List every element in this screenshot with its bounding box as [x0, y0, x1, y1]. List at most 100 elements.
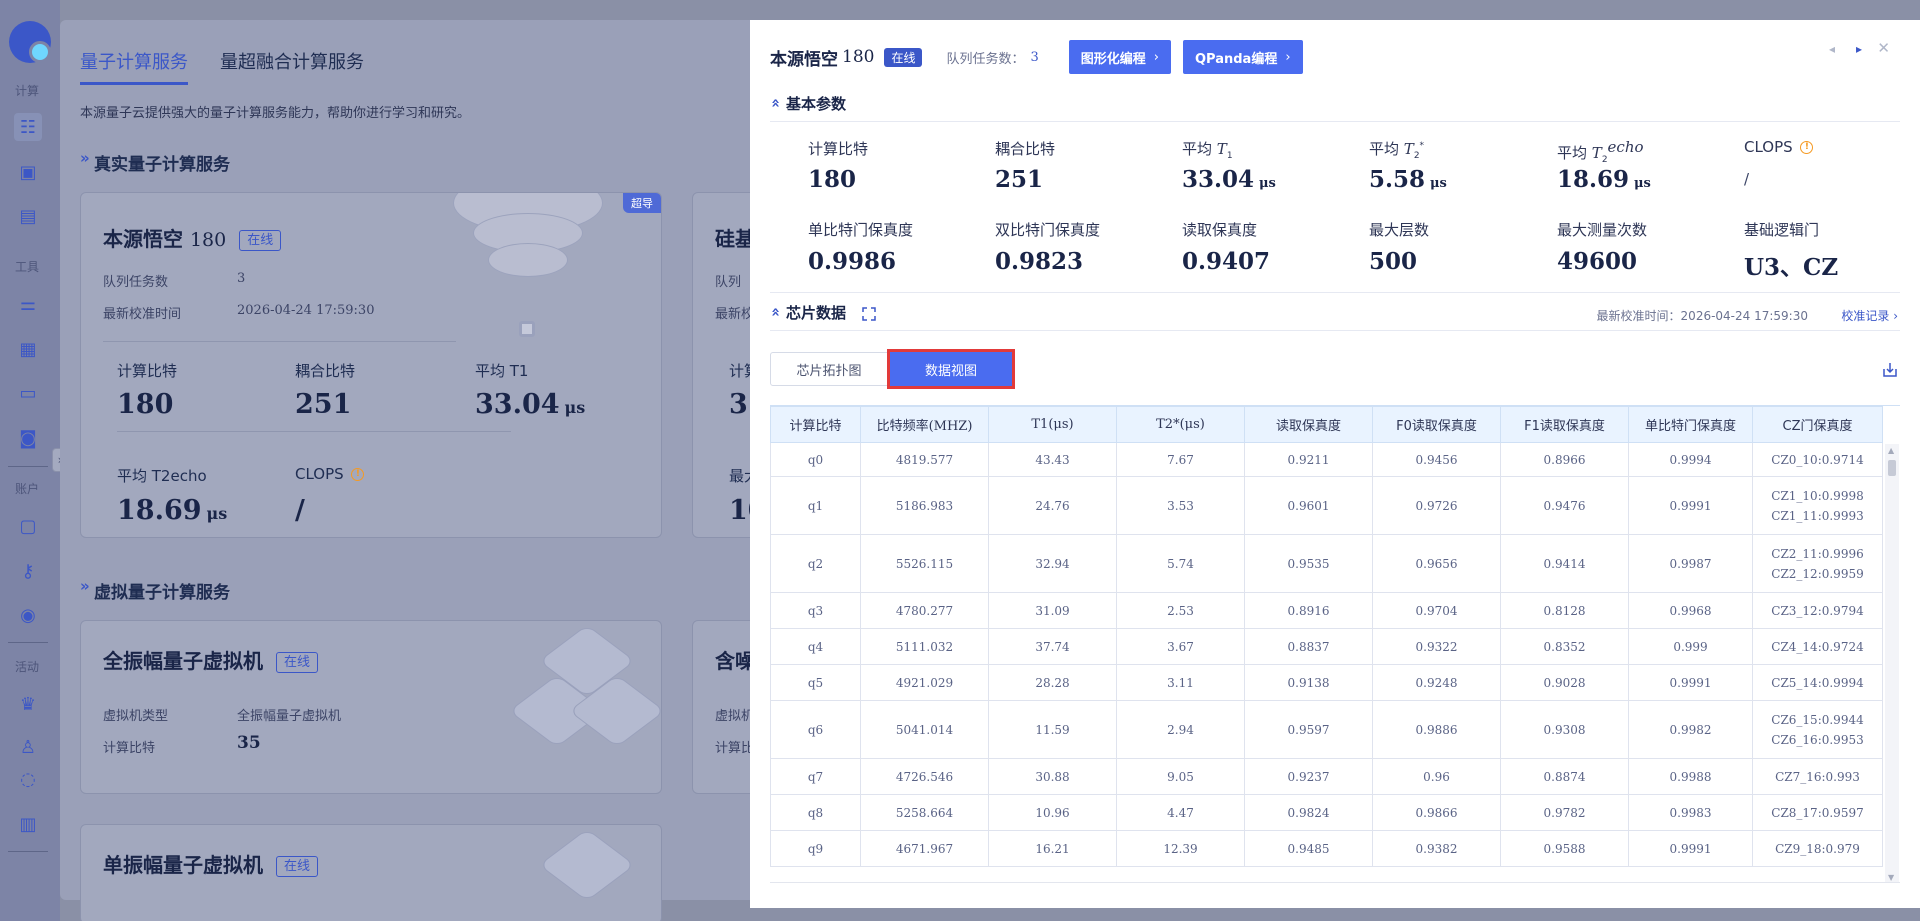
qpanda-programming-button[interactable]: QPanda编程 ›: [1182, 40, 1303, 74]
param-label: 平均 T1: [1182, 140, 1233, 161]
table-cell: 0.9322: [1372, 628, 1501, 665]
sidebar-section-activity: 活动: [14, 660, 39, 674]
table-header-row: 计算比特 比特频率(MHZ) T1(μs) T2*(μs) 读取保真度 F0读取…: [770, 406, 1883, 443]
table-cell: 7.67: [1116, 442, 1245, 477]
table-cell: 0.999: [1628, 628, 1753, 665]
table-cell: CZ0_10:0.9714: [1752, 442, 1883, 477]
service-card-full-amplitude[interactable]: 全振幅量子虚拟机 在线 虚拟机类型 全振幅量子虚拟机 计算比特 35: [80, 620, 662, 794]
status-badge: 在线: [275, 856, 318, 877]
page-description: 本源量子云提供强大的量子计算服务能力，帮助你进行学习和研究。: [80, 106, 471, 121]
status-badge: 在线: [275, 652, 318, 673]
param-value: 49600: [1557, 248, 1638, 275]
table-row: q3 4780.277 31.09 2.53 0.8916 0.9704 0.8128 0.9…: [770, 592, 1883, 629]
param-value: 251: [995, 166, 1044, 193]
chart-icon[interactable]: ▣: [14, 158, 42, 186]
param-label: 平均 T2echo: [1557, 138, 1644, 165]
metric-label: 平均 T1: [475, 362, 529, 380]
vm-type-value: 全振幅量子虚拟机: [237, 709, 342, 724]
table-cell: 0.8874: [1500, 758, 1629, 795]
user-icon[interactable]: ♙: [14, 733, 42, 761]
fullscreen-icon[interactable]: [862, 307, 876, 321]
table-cell: 0.9704: [1372, 592, 1501, 629]
list-icon[interactable]: ☷: [14, 113, 42, 141]
service-card-wukong[interactable]: 超导 本源悟空 180 在线 队列任务数 3 最新校准时间 2026-04-24…: [80, 192, 662, 538]
service-card-single-amplitude[interactable]: 单振幅量子虚拟机 在线: [80, 824, 662, 921]
table-cell: 0.9308: [1500, 700, 1629, 759]
manual-icon[interactable]: ▥: [14, 810, 42, 838]
robot-icon[interactable]: ◙: [14, 424, 42, 452]
col-header: F0读取保真度: [1372, 406, 1501, 443]
chevron-right-icon: ›: [1285, 49, 1291, 65]
table-cell: 0.9456: [1372, 442, 1501, 477]
prev-icon[interactable]: ◂: [1829, 42, 1835, 56]
calendar-icon[interactable]: ▭: [14, 379, 42, 407]
metric-label: 计算比特: [117, 362, 178, 380]
param-label: 基础逻辑门: [1744, 221, 1820, 239]
calibration-record-link[interactable]: 校准记录 ›: [1841, 307, 1898, 324]
grid-icon[interactable]: ▦: [14, 335, 42, 363]
key-icon[interactable]: ⚷: [14, 557, 42, 585]
doc-icon[interactable]: ▢: [14, 512, 42, 540]
card-title: 含噪: [715, 649, 755, 673]
chip-illustration: [453, 193, 603, 337]
param-value: /: [1744, 170, 1750, 188]
param-label: CLOPS !: [1744, 138, 1814, 156]
table-cell: 0.9782: [1500, 794, 1629, 831]
qubit-id-cell: q3: [770, 592, 861, 629]
table-cell: 0.9994: [1628, 442, 1753, 477]
table-cell: 0.9476: [1500, 476, 1629, 535]
table-cell: 0.9726: [1372, 476, 1501, 535]
col-header: 计算比特: [770, 406, 861, 443]
table-cell: 0.9982: [1628, 700, 1753, 759]
bits-label: 计算比特: [103, 741, 156, 756]
warning-icon[interactable]: !: [1800, 141, 1814, 154]
sliders-icon[interactable]: ⚌: [14, 290, 42, 318]
table-cell: 0.9597: [1244, 700, 1373, 759]
qubit-id-cell: q0: [770, 442, 861, 477]
card-title: 单振幅量子虚拟机 在线: [103, 849, 318, 878]
section-virtual-quantum: 虚拟量子计算服务: [80, 577, 230, 603]
download-icon[interactable]: [1882, 362, 1898, 378]
bits-value: 35: [237, 733, 261, 753]
divider: [770, 121, 1900, 122]
table-cell: 0.8966: [1500, 442, 1629, 477]
close-icon[interactable]: ✕: [1877, 39, 1890, 57]
table-row: q1 5186.983 24.76 3.53 0.9601 0.9726 0.9476 0.9…: [770, 476, 1883, 535]
section-real-quantum: 真实量子计算服务: [80, 149, 230, 175]
logo-icon[interactable]: [9, 21, 51, 63]
drawer-title: 本源悟空: [770, 49, 838, 70]
table-cell: 9.05: [1116, 758, 1245, 795]
qubit-id-cell: q7: [770, 758, 861, 795]
table-cell: 0.9138: [1244, 664, 1373, 701]
next-icon[interactable]: ▸: [1856, 42, 1862, 56]
tab-chip-topology[interactable]: 芯片拓扑图: [770, 352, 888, 386]
table-cell: 0.9601: [1244, 476, 1373, 535]
table-cell: 5111.032: [860, 628, 989, 665]
coin-icon[interactable]: ◉: [14, 601, 42, 629]
table-cell: 4726.546: [860, 758, 989, 795]
param-label: 耦合比特: [995, 140, 1056, 158]
table-scrollbar[interactable]: ▲ ▼: [1885, 444, 1899, 882]
col-header: T1(μs): [988, 406, 1117, 443]
param-value: 18.69 μs: [1557, 166, 1651, 193]
table-cell: 0.9886: [1372, 700, 1501, 759]
table-cell: 11.59: [988, 700, 1117, 759]
task-icon[interactable]: ▤: [14, 202, 42, 230]
trophy-icon[interactable]: ♛: [14, 690, 42, 718]
col-header: T2*(μs): [1116, 406, 1245, 443]
param-label: 最大测量次数: [1557, 221, 1648, 239]
queue-label: 队列任务数: [103, 275, 169, 290]
table-row: q2 5526.115 32.94 5.74 0.9535 0.9656 0.9414 0.9…: [770, 534, 1883, 593]
tab-quantum-service[interactable]: 量子计算服务: [80, 48, 188, 85]
table-cell: 0.9414: [1500, 534, 1629, 593]
chat-icon[interactable]: ◌: [14, 765, 42, 793]
services-page: 量子计算服务 量超融合计算服务 本源量子云提供强大的量子计算服务能力，帮助你进行…: [60, 20, 892, 921]
tab-hybrid-service[interactable]: 量超融合计算服务: [220, 48, 364, 85]
tab-data-view[interactable]: 数据视图: [887, 349, 1015, 389]
table-row: q4 5111.032 37.74 3.67 0.8837 0.9322 0.8352 0.9…: [770, 628, 1883, 665]
param-value: 33.04 μs: [1182, 166, 1276, 193]
metric-value: 33.04 μs: [475, 389, 586, 420]
qubit-id-cell: q4: [770, 628, 861, 665]
graphical-programming-button[interactable]: 图形化编程 ›: [1068, 40, 1171, 74]
drawer-header: 本源悟空 180 在线 队列任务数： 3 图形化编程 › QPanda编程 ›: [770, 40, 1303, 74]
